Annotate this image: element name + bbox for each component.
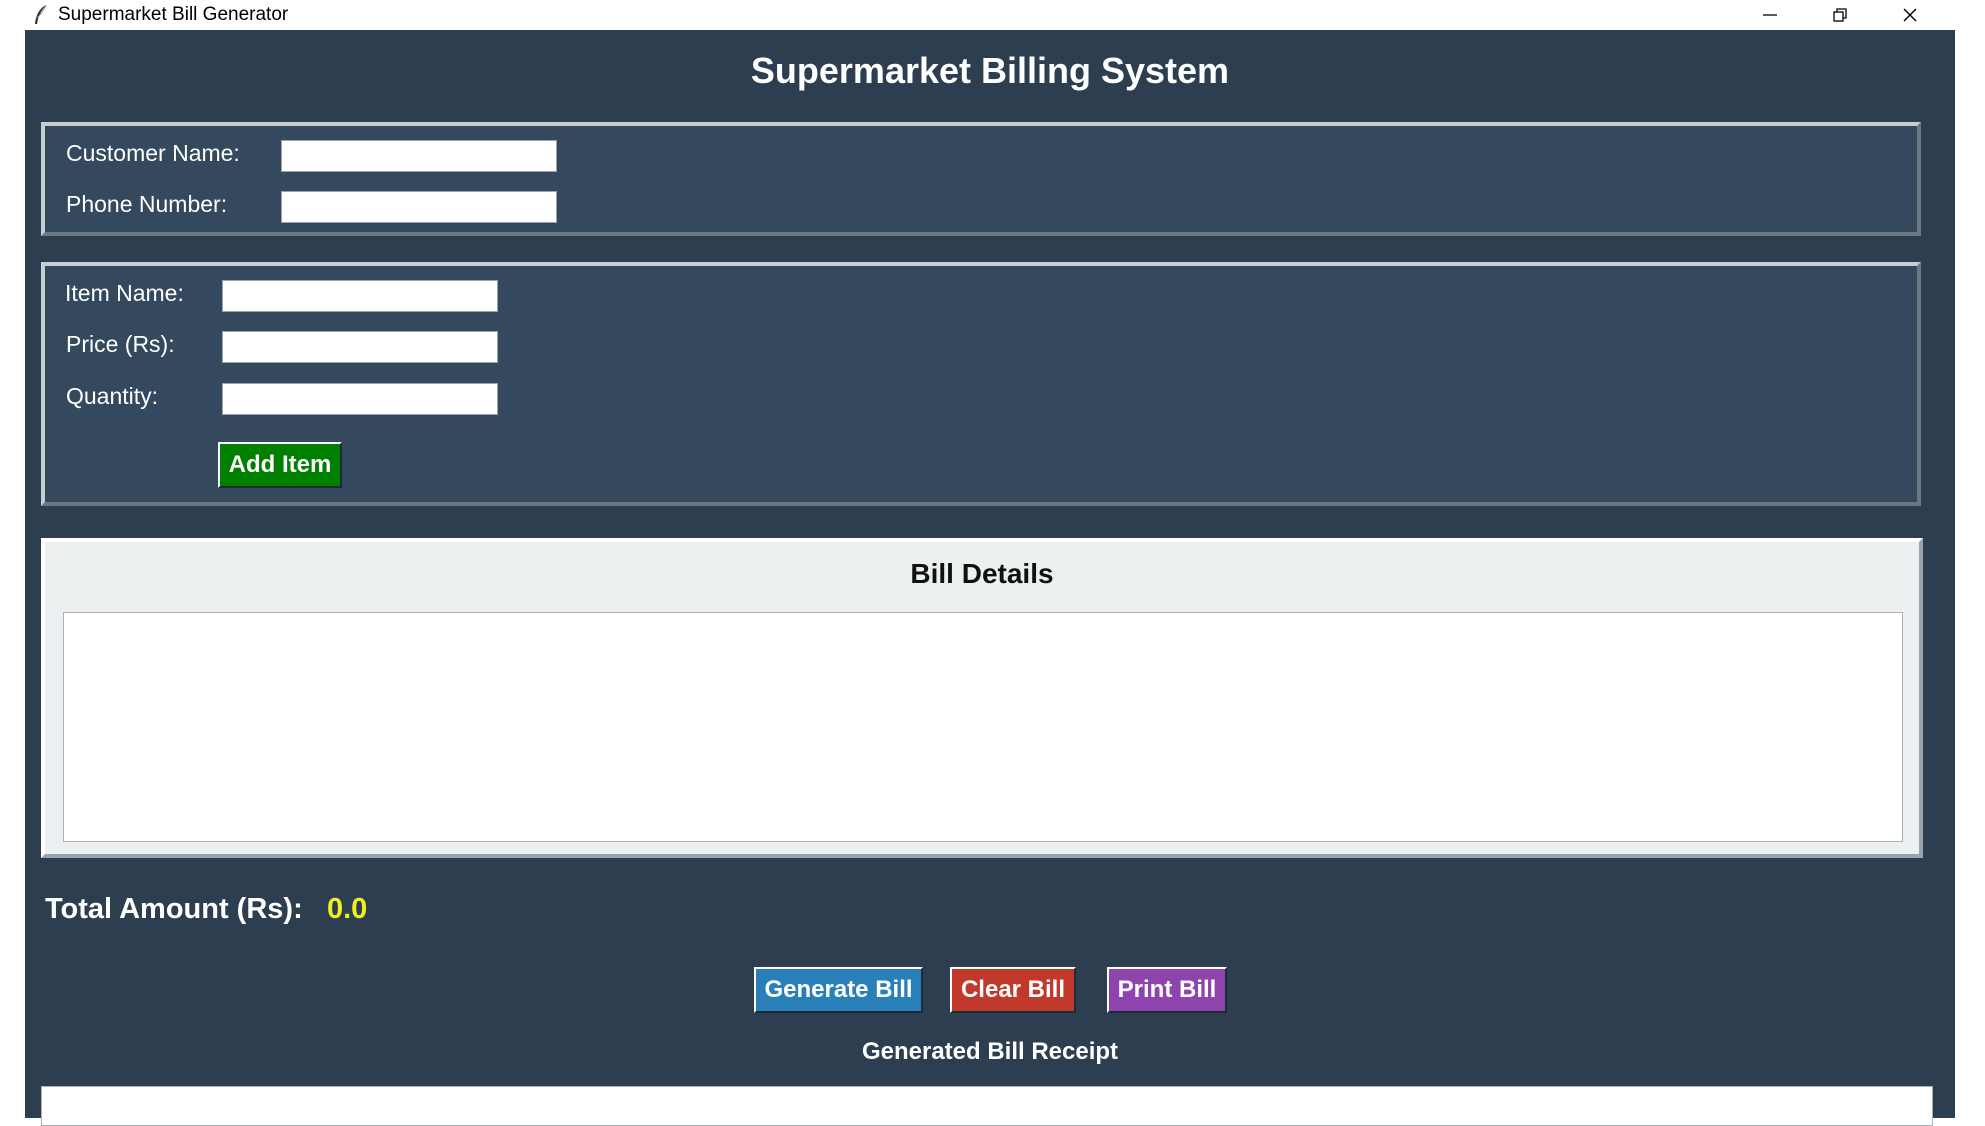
customer-name-input[interactable]	[281, 140, 557, 172]
minimize-button[interactable]	[1735, 0, 1805, 30]
phone-number-label: Phone Number:	[66, 191, 228, 217]
item-frame: Item Name: Price (Rs): Quantity: Add Ite…	[41, 262, 1921, 506]
feather-icon	[35, 4, 47, 24]
page-title: Supermarket Billing System	[750, 50, 1230, 91]
customer-name-label: Customer Name:	[66, 140, 240, 166]
quantity-input[interactable]	[222, 383, 498, 415]
restore-button[interactable]	[1805, 0, 1875, 30]
quantity-label: Quantity:	[66, 383, 159, 409]
print-bill-button[interactable]: Print Bill	[1107, 967, 1227, 1013]
total-amount-label: Total Amount (Rs):	[45, 893, 303, 925]
customer-frame: Customer Name: Phone Number:	[41, 122, 1921, 236]
price-input[interactable]	[222, 331, 498, 363]
window-title: Supermarket Bill Generator	[58, 4, 289, 25]
item-name-label: Item Name:	[65, 280, 184, 306]
price-label: Price (Rs):	[66, 331, 175, 357]
title-bar: Supermarket Bill Generator	[25, 0, 1955, 30]
item-name-input[interactable]	[222, 280, 498, 312]
phone-number-input[interactable]	[281, 191, 557, 223]
restore-icon	[1833, 8, 1847, 22]
close-icon	[1903, 8, 1917, 22]
clear-bill-button[interactable]: Clear Bill	[950, 967, 1076, 1013]
bill-details-textarea[interactable]	[63, 612, 1903, 842]
total-amount-value: 0.0	[327, 893, 368, 925]
close-button[interactable]	[1875, 0, 1945, 30]
minimize-icon	[1763, 14, 1777, 16]
bill-details-title: Bill Details	[910, 558, 1054, 589]
generated-bill-receipt-textarea[interactable]	[41, 1086, 1933, 1126]
app-window: Supermarket Bill Generator Supermarket B…	[25, 0, 1955, 1126]
generated-bill-receipt-label: Generated Bill Receipt	[861, 1038, 1119, 1065]
bill-details-frame: Bill Details	[41, 538, 1923, 858]
generate-bill-button[interactable]: Generate Bill	[754, 967, 923, 1013]
add-item-button[interactable]: Add Item	[218, 442, 342, 488]
